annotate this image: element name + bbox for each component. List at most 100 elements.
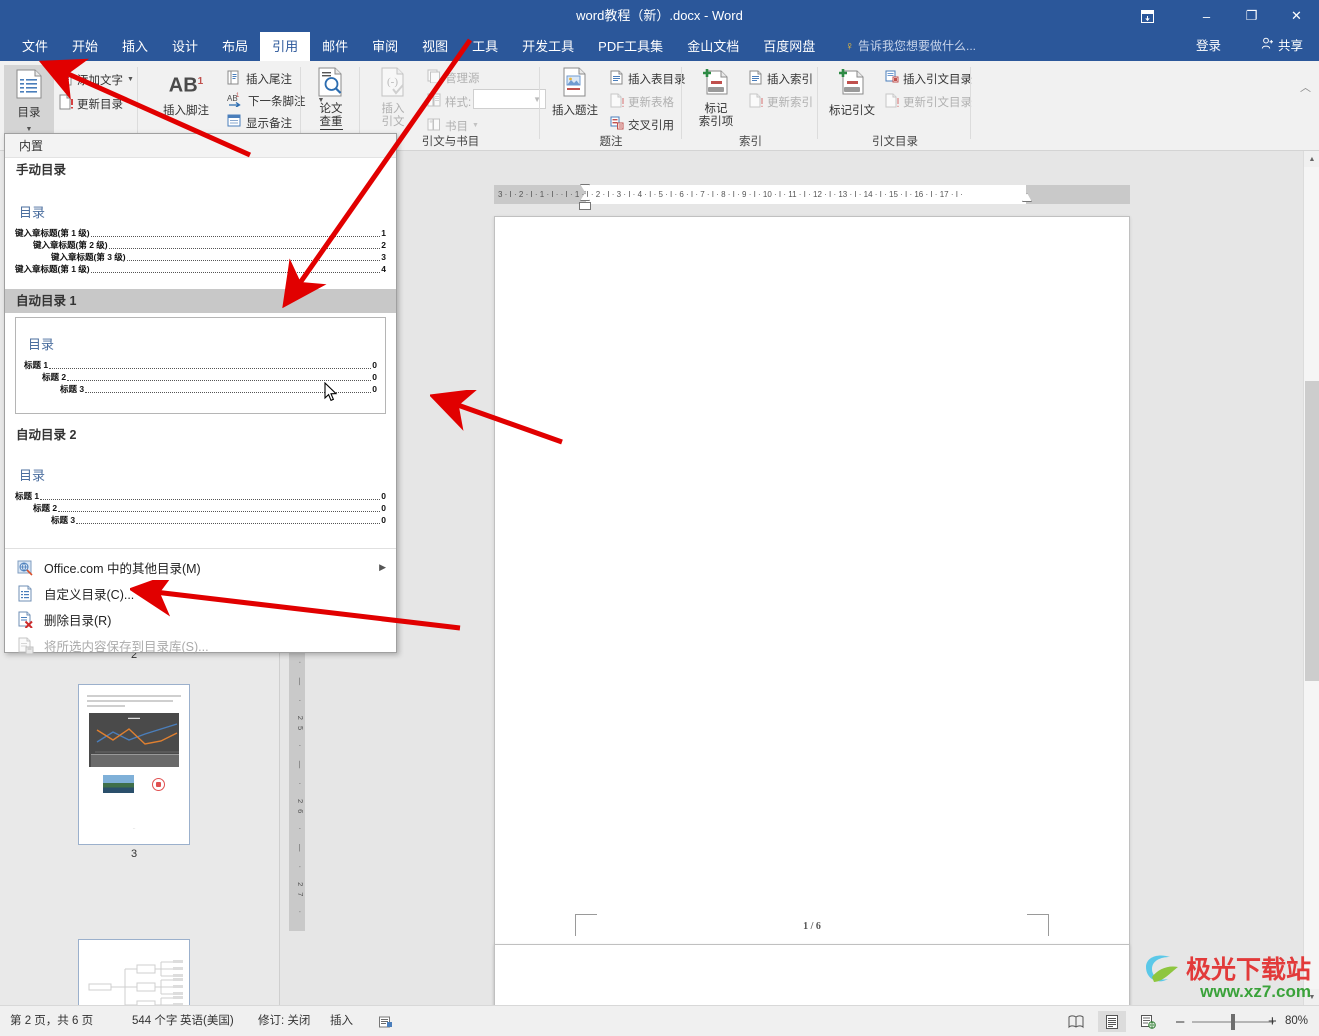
- insert-caption-label: 插入题注: [552, 105, 598, 117]
- minimize-button[interactable]: –: [1184, 0, 1229, 32]
- toc-entry: 键入章标题(第 1 级) 1: [15, 227, 386, 239]
- toc-entry: 标题 3 0: [15, 514, 386, 526]
- toc-entry: 标题 2 0: [24, 371, 377, 383]
- menu-item-custom-toc[interactable]: 自定义目录(C)...: [5, 580, 396, 606]
- group-label-index: 索引: [739, 136, 762, 148]
- toc-entry-label: 键入章标题(第 2 级): [33, 240, 108, 250]
- ribbon-display-options-icon[interactable]: [1127, 0, 1167, 32]
- update-toc-button[interactable]: 更新目录: [58, 93, 123, 114]
- tab-developer[interactable]: 开发工具: [510, 32, 586, 61]
- cross-reference-button[interactable]: 交叉引用: [610, 114, 674, 135]
- tab-layout[interactable]: 布局: [210, 32, 260, 61]
- zoom-slider-thumb[interactable]: [1231, 1014, 1235, 1030]
- read-mode-view-button[interactable]: [1062, 1011, 1090, 1032]
- insert-table-of-authorities-button[interactable]: 插入引文目录: [885, 68, 972, 89]
- zoom-in-button[interactable]: +: [1268, 1006, 1277, 1036]
- menu-item-remove-toc[interactable]: 删除目录(R): [5, 606, 396, 632]
- horizontal-ruler[interactable]: 3 · I · 2 · I · 1 · I · · I · 1 · I · 2 …: [494, 184, 1130, 210]
- tab-pdf-toolkit[interactable]: PDF工具集: [586, 32, 675, 61]
- tab-file[interactable]: 文件: [10, 32, 60, 61]
- table-of-contents-button[interactable]: 目录 ▼: [4, 65, 54, 137]
- left-indent-marker[interactable]: [579, 202, 591, 210]
- scroll-up-button[interactable]: ▲: [1304, 151, 1319, 167]
- tab-design[interactable]: 设计: [160, 32, 210, 61]
- mark-citation-icon: [837, 67, 867, 101]
- thumbnail-item[interactable]: ▬▬▬ ·· 3: [78, 684, 190, 860]
- gallery-item-auto-toc-1[interactable]: 自动目录 1 目录 标题 1 0 标题 2 0 标题 3 0: [5, 289, 396, 414]
- footnote-ab-icon: AB1: [168, 74, 204, 97]
- zoom-level[interactable]: 80%: [1285, 1006, 1308, 1036]
- gallery-item-auto-toc-2[interactable]: 自动目录 2 目录 标题 1 0 标题 2 0 标题 3 0: [5, 423, 396, 534]
- citation-style-dropdown[interactable]: ▼: [473, 89, 546, 109]
- track-changes-indicator[interactable]: 修订: 关闭: [258, 1006, 310, 1036]
- update-toa-icon: [885, 93, 899, 111]
- tab-review[interactable]: 审阅: [360, 32, 410, 61]
- proofing-errors-icon[interactable]: [372, 1011, 400, 1032]
- thesis-check-button[interactable]: 论文 查重: [306, 67, 356, 130]
- update-table-of-authorities-button[interactable]: 更新引文目录: [885, 91, 972, 112]
- gallery-item-manual-toc[interactable]: 手动目录 目录 键入章标题(第 1 级) 1 键入章标题(第 2 级) 2 键入…: [5, 158, 396, 283]
- toc-entry-label: 键入章标题(第 1 级): [15, 264, 90, 274]
- preview-heading: 目录: [19, 468, 46, 483]
- document-page-1[interactable]: 1 / 6: [494, 216, 1130, 1036]
- web-layout-view-button[interactable]: [1134, 1011, 1162, 1032]
- update-table-button[interactable]: 更新表格: [610, 91, 674, 112]
- show-notes-button[interactable]: 显示备注: [227, 112, 292, 133]
- page-info[interactable]: 第 2 页，共 6 页: [10, 1006, 93, 1036]
- share-button[interactable]: 共享: [1253, 32, 1311, 61]
- scrollbar-thumb[interactable]: [1305, 381, 1319, 681]
- toc-entry: 键入章标题(第 2 级) 2: [15, 239, 386, 251]
- tab-insert[interactable]: 插入: [110, 32, 160, 61]
- share-label: 共享: [1277, 39, 1303, 53]
- maximize-button[interactable]: ❐: [1229, 0, 1274, 32]
- toc-gallery-menu[interactable]: 内置 手动目录 目录 键入章标题(第 1 级) 1 键入章标题(第 2 级) 2…: [4, 133, 397, 654]
- chevron-down-icon: ▼: [472, 122, 479, 129]
- insert-endnote-button[interactable]: 插入尾注: [227, 68, 292, 89]
- insert-index-button[interactable]: 插入索引: [749, 68, 813, 89]
- manage-sources-button[interactable]: 管理源: [427, 67, 480, 88]
- leader-dots: [90, 266, 381, 273]
- toc-entry-label: 键入章标题(第 1 级): [15, 228, 90, 238]
- tab-home[interactable]: 开始: [60, 32, 110, 61]
- update-index-button[interactable]: 更新索引: [749, 91, 813, 112]
- citation-style-icon: [427, 93, 441, 110]
- insert-citation-button[interactable]: (-) 插入 引文: [365, 67, 421, 129]
- tab-kingsoft-docs[interactable]: 金山文档: [675, 32, 751, 61]
- insert-citation-label-1: 插入: [381, 103, 405, 115]
- page-thumbnail-3[interactable]: ▬▬▬ ··: [78, 684, 190, 845]
- watermark-brand: 极光下载站: [1185, 955, 1311, 984]
- insert-toa-icon: [885, 70, 899, 88]
- tell-me-search[interactable]: ♀ 告诉我您想要做什么...: [845, 32, 976, 61]
- vertical-scrollbar[interactable]: ▲ ▼: [1303, 151, 1319, 1005]
- collapse-ribbon-button[interactable]: ︿: [1300, 79, 1311, 95]
- zoom-out-button[interactable]: –: [1176, 1006, 1184, 1036]
- language-indicator[interactable]: 英语(美国): [180, 1006, 234, 1036]
- insert-mode-indicator[interactable]: 插入: [330, 1006, 353, 1036]
- close-button[interactable]: ✕: [1274, 0, 1319, 32]
- insert-table-of-figures-button[interactable]: 插入表目录: [610, 68, 686, 89]
- sign-in-button[interactable]: 登录: [1196, 32, 1221, 61]
- insert-footnote-button[interactable]: AB1 插入脚注: [153, 71, 219, 118]
- window-title: word教程（新）.docx - Word: [576, 8, 743, 23]
- group-separator: [137, 67, 138, 139]
- tab-view[interactable]: 视图: [410, 32, 460, 61]
- tab-mailings[interactable]: 邮件: [310, 32, 360, 61]
- watermark-url: www.xz7.com: [1200, 982, 1311, 1001]
- toc-entry: 标题 1 0: [24, 359, 377, 371]
- insert-caption-button[interactable]: 插入题注: [546, 67, 604, 118]
- mark-citation-label: 标记引文: [829, 105, 875, 117]
- lightbulb-icon: ♀: [845, 39, 854, 53]
- print-layout-view-button[interactable]: [1098, 1011, 1126, 1032]
- mark-citation-button[interactable]: 标记引文: [825, 67, 879, 118]
- tab-tools[interactable]: 工具: [460, 32, 510, 61]
- add-text-button[interactable]: 添加文字 ▼: [57, 69, 134, 90]
- menu-item-label: Office.com 中的其他目录(M): [44, 561, 201, 576]
- tab-references[interactable]: 引用: [260, 32, 311, 61]
- menu-item-more-toc-from-office[interactable]: Office.com 中的其他目录(M) ▶: [5, 554, 396, 580]
- mark-index-entry-button[interactable]: 标记 索引项: [689, 67, 743, 129]
- manage-sources-label: 管理源: [445, 72, 480, 85]
- toc-entry-label: 标题 3: [51, 515, 76, 525]
- tab-baidu-netdisk[interactable]: 百度网盘: [751, 32, 827, 61]
- word-count[interactable]: 544 个字: [132, 1006, 177, 1036]
- cross-reference-label: 交叉引用: [628, 119, 674, 132]
